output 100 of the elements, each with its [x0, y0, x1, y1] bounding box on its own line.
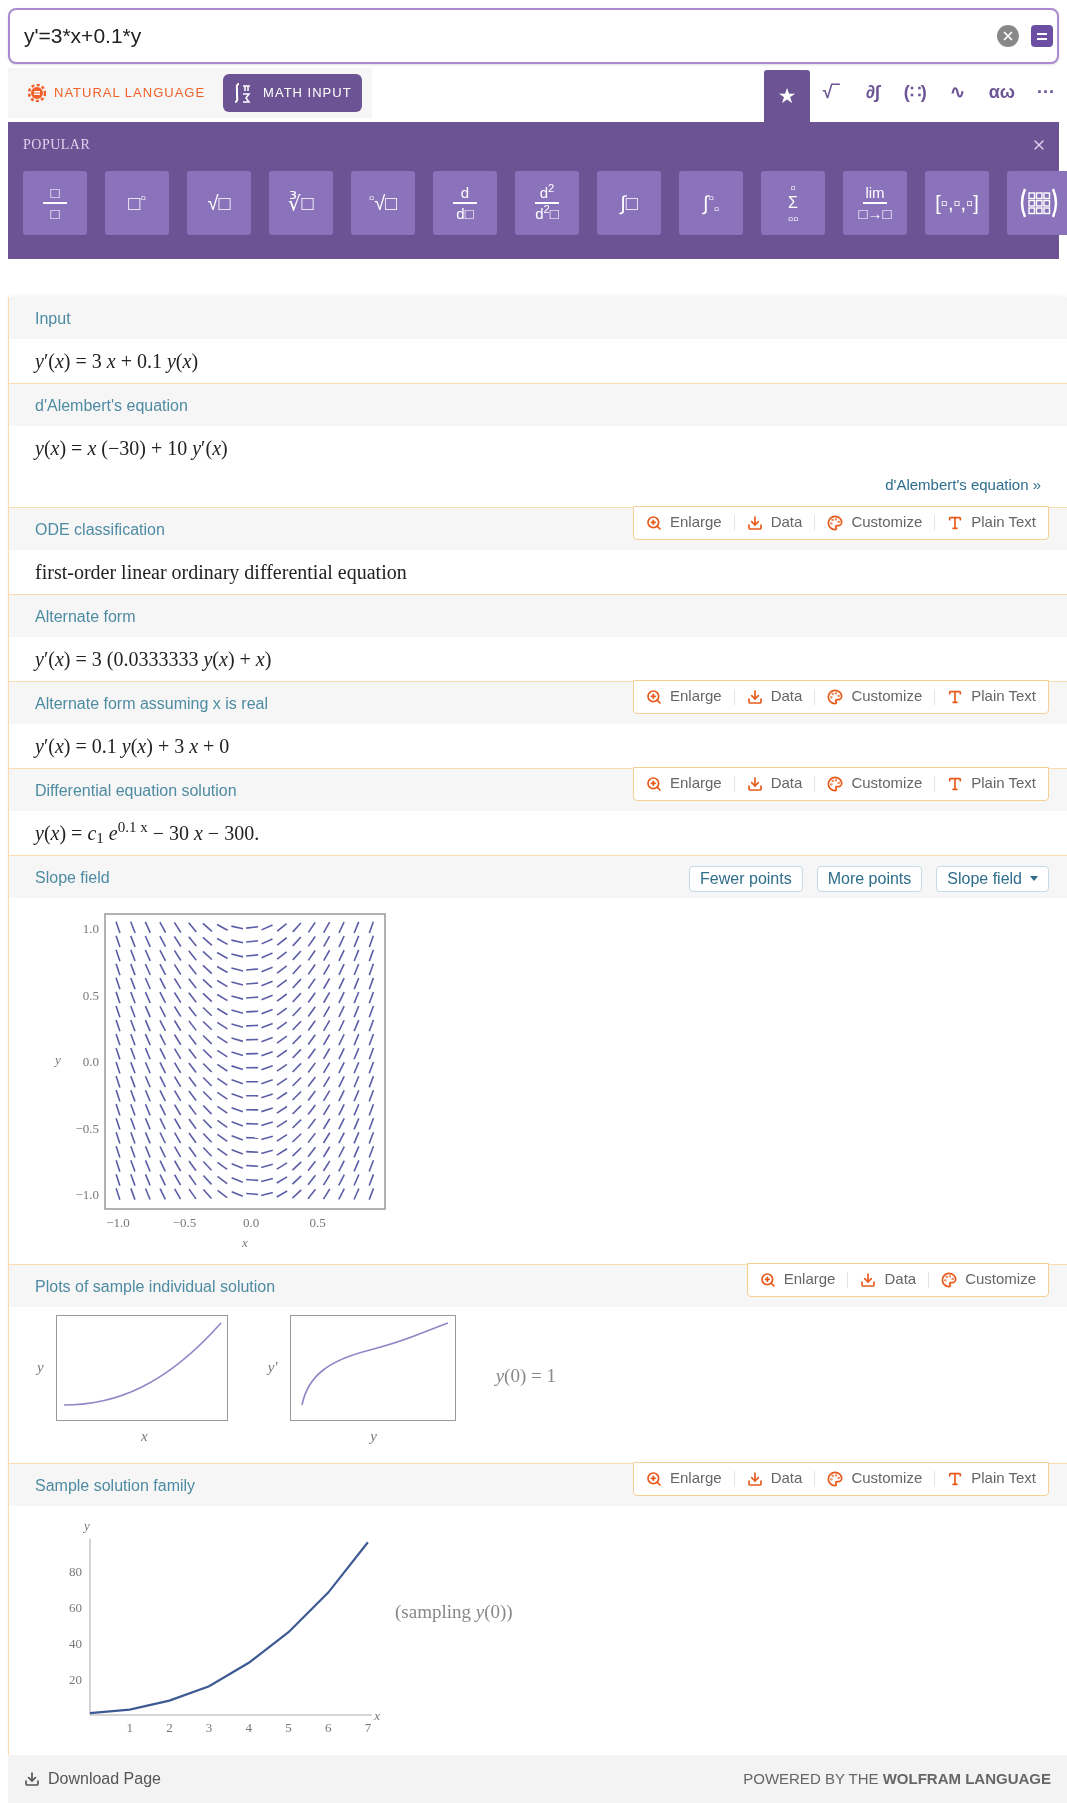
powered-by-text: POWERED BY THE WOLFRAM LANGUAGE [743, 1768, 1051, 1789]
plot-option-button[interactable]: Fewer points [689, 865, 803, 892]
matrix-icon [1019, 187, 1059, 219]
zoom-in-icon [759, 1271, 776, 1288]
template-button[interactable]: □$^{▫}$ [105, 171, 169, 235]
search-field[interactable]: y'=3*x+0.1*y [8, 8, 1059, 64]
template-button[interactable]: ∫□ [597, 171, 661, 235]
palette-tab[interactable]: αω [978, 70, 1025, 122]
pod-title: ODE classification [34, 519, 165, 540]
axis-label: x [141, 1426, 148, 1446]
axis-label: y [84, 1517, 90, 1533]
pod-action-button[interactable]: Plain Text [943, 685, 1040, 708]
download-icon [24, 1771, 40, 1787]
result-text: first-order linear ordinary differential equation [34, 559, 407, 586]
template-button[interactable]: [▫,▫,▫] [925, 171, 989, 235]
palette-tab[interactable]: ∿ [936, 70, 979, 122]
gear-icon [28, 84, 46, 102]
template-button[interactable]: √□ [187, 171, 251, 235]
palette-tab[interactable]: ··· [1025, 70, 1067, 122]
template-button[interactable]: ∛□ [269, 171, 333, 235]
palette-tab[interactable]: (∷) [893, 70, 937, 122]
pod-action-button[interactable]: Enlarge [755, 1268, 840, 1291]
palette-tab[interactable]: √‾ [809, 70, 852, 122]
pod-action-button[interactable]: Data [742, 685, 807, 708]
pod-action-button[interactable]: Data [742, 1467, 807, 1490]
template-button[interactable]: □ □ [23, 171, 87, 235]
text-icon [947, 688, 964, 705]
template-button[interactable]: lim □→□ [843, 171, 907, 235]
query-input[interactable]: y'=3*x+0.1*y [24, 20, 997, 52]
template-button[interactable] [1007, 171, 1067, 235]
math-formula: y(x) = x (−30) + 10 y′(x) [32, 436, 228, 462]
axis-label: x [374, 1707, 380, 1723]
axis-tick-label: −1.0 [75, 1186, 99, 1202]
axis-tick-label: 20 [69, 1671, 82, 1686]
pod-action-button[interactable]: Plain Text [943, 772, 1040, 795]
pod-action-button[interactable]: Enlarge [642, 772, 726, 795]
pod-action-button[interactable]: Plain Text [943, 1467, 1040, 1490]
pod-title: Alternate form assuming x is real [34, 693, 268, 714]
axis-tick-label: 5 [285, 1719, 292, 1735]
equal-button[interactable] [1031, 25, 1053, 47]
pod-action-button[interactable]: Customize [823, 685, 927, 708]
axis-tick-label: 3 [205, 1719, 213, 1735]
pod-action-button[interactable]: Enlarge [642, 1467, 726, 1490]
text-icon [947, 514, 964, 531]
initial-condition: y(0) = 1 [495, 1364, 556, 1389]
palette-tab[interactable]: ★ [763, 70, 810, 122]
input-mode-tab[interactable]: NATURAL LANGUAGE [18, 74, 216, 112]
axis-tick-label: −1.0 [106, 1214, 130, 1230]
pod-title: Plots of sample individual solution [34, 1276, 276, 1297]
reference-link[interactable]: d'Alembert's equation » [885, 474, 1041, 497]
pod-action-button[interactable]: Enlarge [642, 511, 726, 534]
axis-tick-label: 0.0 [242, 1214, 260, 1230]
pod-title: Differential equation solution [34, 780, 237, 801]
plot-option-button[interactable]: More points [816, 865, 923, 892]
plot-type-dropdown[interactable]: Slope field [936, 865, 1049, 892]
pod-action-button[interactable]: Enlarge [642, 685, 726, 708]
axis-tick-label: 7 [364, 1719, 372, 1735]
axis-tick-label: 0.0 [82, 1053, 99, 1069]
clear-button[interactable] [997, 25, 1019, 47]
zoom-in-icon [646, 514, 662, 531]
pod-action-button[interactable]: Plain Text [943, 511, 1040, 534]
download-icon [746, 775, 763, 792]
pod-action-button[interactable]: Data [742, 772, 807, 795]
axis-tick-label: 2 [166, 1719, 173, 1735]
palette-icon [941, 1271, 958, 1288]
pod-action-button[interactable]: Data [742, 511, 807, 534]
pod-action-button[interactable]: Customize [823, 772, 927, 795]
input-mode-tab[interactable]: MATH INPUT [223, 74, 362, 112]
pod-action-button[interactable]: Data [856, 1268, 921, 1291]
axis-tick-label: 60 [69, 1599, 82, 1614]
pod-title: d'Alembert's equation [34, 396, 188, 416]
palette-tab[interactable]: ∂∫ [851, 70, 894, 122]
template-button[interactable]: d$^{2}$ d$^{2}$□ [515, 171, 579, 235]
math-formula: y′(x) = 3 (0.0333333 y(x) + x) [32, 646, 272, 673]
palette-icon [827, 1470, 844, 1487]
axis-tick-label: 0.5 [82, 987, 99, 1002]
palette-icon [827, 688, 844, 705]
palette-icon [827, 514, 844, 531]
download-page-button[interactable]: Download Page [24, 1767, 161, 1791]
text-icon [947, 775, 964, 792]
pod-title: Alternate form [34, 606, 136, 627]
caret-icon [1030, 876, 1038, 881]
axis-tick-label: 40 [69, 1635, 82, 1650]
sampling-note: (sampling y(0)) [395, 1599, 513, 1624]
axis-tick-label: 80 [69, 1563, 82, 1578]
axis-label: y [55, 1051, 61, 1067]
pod-action-button[interactable]: Customize [823, 511, 927, 534]
template-button[interactable]: $^{▫}$√□ [351, 171, 415, 235]
palette-title: POPULAR [22, 136, 91, 154]
text-icon [947, 1470, 964, 1487]
download-icon [746, 514, 763, 531]
pod-title: Input [34, 309, 71, 329]
axis-tick-label: 1.0 [82, 920, 99, 936]
zoom-in-icon [646, 1470, 662, 1487]
pod-title: Sample solution family [34, 1475, 196, 1496]
template-button[interactable]: d d□ [433, 171, 497, 235]
pod-action-button[interactable]: Customize [937, 1268, 1040, 1291]
pod-action-button[interactable]: Customize [823, 1467, 927, 1490]
axis-tick-label: −0.5 [172, 1214, 197, 1230]
template-button[interactable]: ▫ Σ ▫▫ [761, 171, 825, 235]
